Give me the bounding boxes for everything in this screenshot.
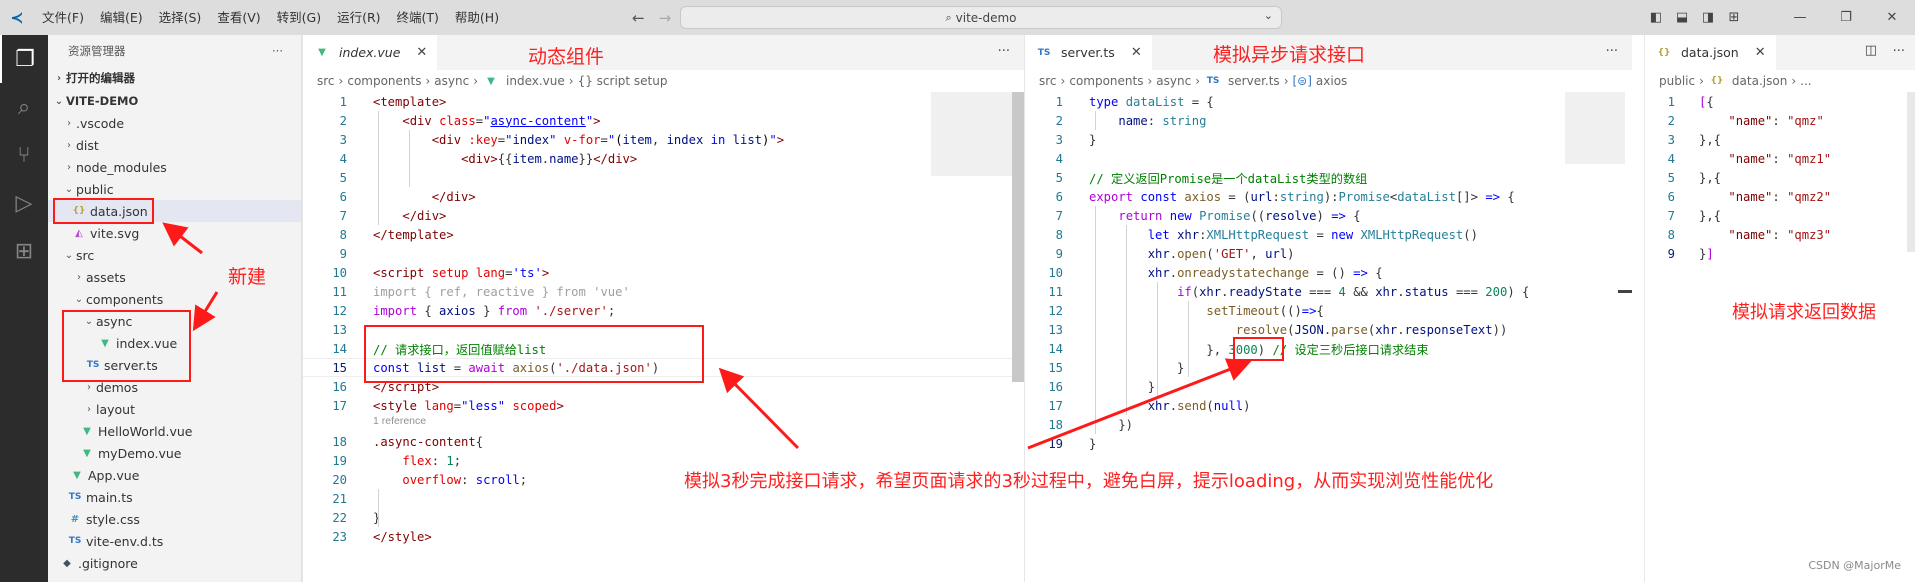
annotation-mock-return: 模拟请求返回数据 — [1732, 302, 1876, 323]
annotation-new-created: 新建 — [228, 266, 267, 288]
vscode-window: ≺ 文件(F) 编辑(E) 选择(S) 查看(V) 转到(G) 运行(R) 终端… — [0, 0, 1915, 582]
annotation-arrows — [162, 222, 1252, 450]
watermark: CSDN @MajorMe — [1808, 559, 1901, 572]
arrow-to-request-code — [718, 367, 800, 450]
arrow-to-data-json — [162, 222, 203, 255]
annotation-description: 模拟3秒完成接口请求，希望页面请求的3秒过程中，避免白屏，提示loading，从… — [684, 471, 1494, 492]
annotation-dynamic-component: 动态组件 — [528, 46, 605, 68]
arrow-to-timeout — [1027, 358, 1252, 450]
arrow-to-async — [192, 291, 219, 332]
annotation-mock-async: 模拟异步请求接口 — [1213, 44, 1366, 66]
